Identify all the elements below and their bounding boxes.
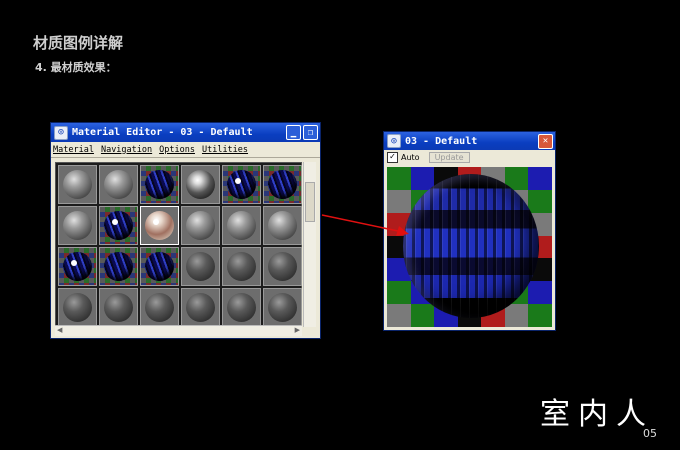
brand-logo: 室内人 xyxy=(540,397,654,432)
page-number: 05 xyxy=(643,427,657,440)
pointer-arrow xyxy=(321,214,409,236)
